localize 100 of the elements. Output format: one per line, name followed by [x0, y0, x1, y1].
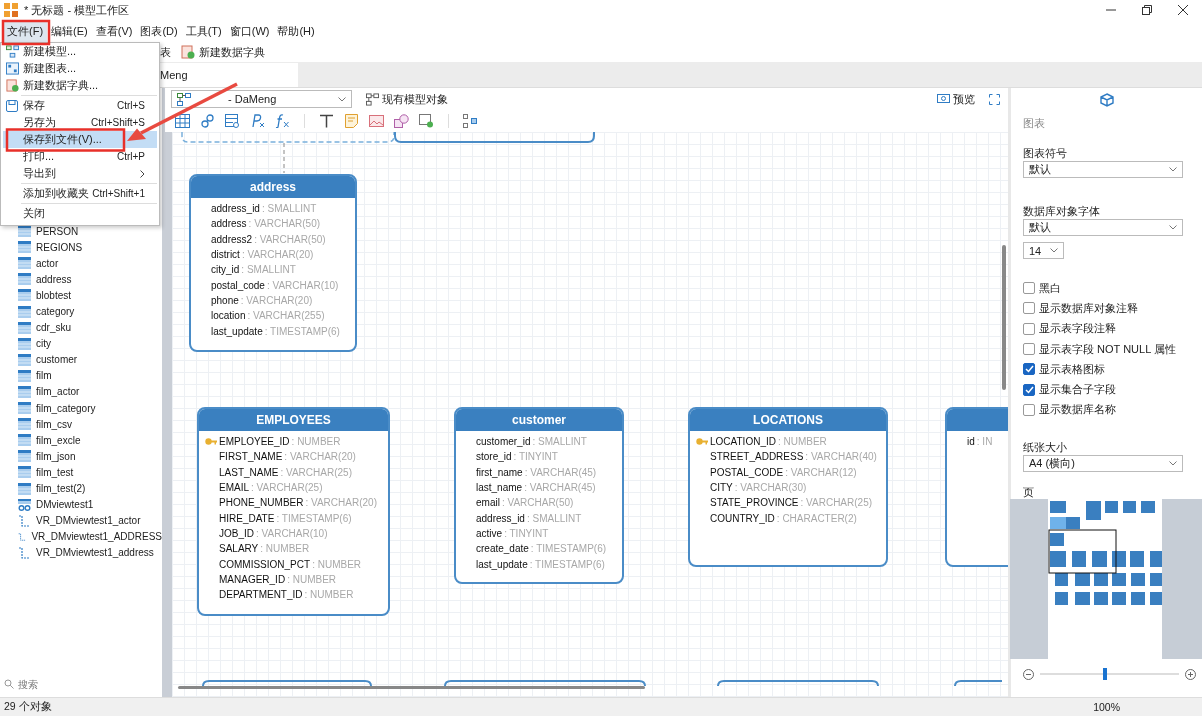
- option-checkbox[interactable]: 显示表字段注释: [1023, 318, 1202, 339]
- image-icon[interactable]: [369, 114, 384, 128]
- option-checkbox[interactable]: 黑白: [1023, 278, 1202, 299]
- tree-item[interactable]: cdr_sku: [18, 319, 162, 336]
- toolbar-item[interactable]: 新建数据字典: [199, 44, 265, 60]
- table-icon: [18, 434, 31, 447]
- option-checkbox[interactable]: 显示表格图标: [1023, 359, 1202, 380]
- column-entry: last_name : VARCHAR(45): [476, 482, 596, 494]
- tree-item[interactable]: film_csv: [18, 416, 162, 433]
- tree-item[interactable]: city: [18, 335, 162, 352]
- menu-item[interactable]: 编辑(E): [47, 20, 92, 42]
- table-icon[interactable]: [175, 114, 190, 128]
- tree-item[interactable]: DMviewtest1: [18, 496, 162, 513]
- toolbar-item[interactable]: 表: [160, 44, 171, 60]
- minimap-drawing[interactable]: [1010, 499, 1202, 660]
- tree-item[interactable]: VR_DMviewtest1_actor: [18, 512, 162, 529]
- document-tab[interactable]: Meng: [158, 63, 298, 87]
- tree-item[interactable]: film_actor: [18, 383, 162, 401]
- menu-item[interactable]: 添加到收藏夹 Ctrl+Shift+1: [3, 185, 157, 202]
- note-icon[interactable]: [344, 114, 359, 128]
- entity-table[interactable]: id : IN: [945, 407, 1008, 567]
- column-entry: first_name : VARCHAR(45): [476, 466, 597, 478]
- dictionary-icon[interactable]: [181, 45, 195, 59]
- cube-icon[interactable]: [1099, 93, 1114, 107]
- save-icon: [6, 99, 18, 112]
- link-icon[interactable]: [200, 114, 215, 128]
- tree-item[interactable]: film_category: [18, 400, 162, 417]
- menu-item[interactable]: 另存为 Ctrl+Shift+S: [3, 114, 157, 131]
- font-size-select[interactable]: 14: [1023, 242, 1064, 259]
- search-field[interactable]: 搜索: [18, 678, 138, 690]
- tree-item[interactable]: REGIONS: [18, 239, 162, 256]
- text-tool-icon[interactable]: [319, 114, 334, 128]
- tree-item[interactable]: blobtest: [18, 287, 162, 304]
- table-edge: [954, 680, 1003, 687]
- chevron-icon: [1169, 225, 1177, 230]
- tree-item[interactable]: VR_DMviewtest1_ADDRESS: [18, 528, 162, 545]
- menu-item[interactable]: 图表(D): [136, 20, 182, 42]
- function-icon[interactable]: [275, 114, 290, 128]
- zoom-out-icon[interactable]: [1023, 668, 1034, 680]
- layer-icon[interactable]: [419, 114, 434, 128]
- menu-item[interactable]: 工具(T): [181, 20, 226, 42]
- menu-item[interactable]: 新建图表...: [3, 60, 157, 77]
- column-entry: DEPARTMENT_ID : NUMBER: [219, 589, 354, 601]
- shape-icon[interactable]: [394, 114, 409, 128]
- tree-item[interactable]: PERSON: [18, 223, 162, 240]
- option-checkbox[interactable]: 显示集合子字段: [1023, 379, 1202, 400]
- option-checkbox[interactable]: 显示数据库对象注释: [1023, 298, 1202, 319]
- tree-item[interactable]: actor: [18, 255, 162, 272]
- menu-item[interactable]: 保存到文件(V)...: [3, 131, 157, 148]
- checkbox[interactable]: [1023, 282, 1035, 295]
- tree-item[interactable]: film_test(2): [18, 480, 162, 497]
- auto-layout-icon[interactable]: [463, 114, 478, 128]
- option-checkbox[interactable]: 显示数据库名称: [1023, 399, 1202, 421]
- tree-item[interactable]: film: [18, 367, 162, 384]
- menu-item[interactable]: 窗口(W): [225, 20, 274, 42]
- tree-item[interactable]: address: [18, 271, 162, 288]
- menu-item[interactable]: 打印... Ctrl+P: [3, 148, 157, 165]
- entity-table[interactable]: [454, 407, 624, 584]
- entity-table[interactable]: [189, 174, 357, 352]
- column-entry: create_date : TIMESTAMP(6): [476, 543, 607, 555]
- menu-item[interactable]: 新建模型...: [3, 43, 157, 60]
- tree-item[interactable]: film_test: [18, 464, 162, 481]
- procedure-icon[interactable]: [250, 114, 265, 128]
- menu-item[interactable]: 查看(V): [91, 20, 137, 42]
- column-entry: SALARY : NUMBER: [219, 543, 310, 555]
- restore-icon[interactable]: [1142, 5, 1152, 15]
- menu-item[interactable]: 导出到: [3, 165, 157, 182]
- fullscreen-icon[interactable]: [989, 93, 1000, 105]
- font-select[interactable]: 默认: [1023, 219, 1183, 236]
- tree-item[interactable]: customer: [18, 351, 162, 368]
- close-icon[interactable]: [1178, 5, 1188, 15]
- connector-icon: [18, 546, 31, 559]
- dictionary-icon: [5, 79, 19, 92]
- tree-item[interactable]: film_json: [18, 448, 162, 465]
- column-entry: phone : VARCHAR(20): [211, 294, 313, 306]
- checkbox[interactable]: [1023, 383, 1035, 396]
- vertical-scrollbar[interactable]: [1002, 245, 1006, 390]
- paper-size-select[interactable]: A4 (横向): [1023, 455, 1183, 473]
- zoom-in-icon[interactable]: [1185, 668, 1196, 680]
- checkbox[interactable]: [1023, 302, 1035, 315]
- notation-select[interactable]: 默认: [1023, 161, 1183, 178]
- preview-button[interactable]: 预览: [937, 91, 975, 107]
- checkbox[interactable]: [1023, 322, 1035, 335]
- entity-table[interactable]: [197, 407, 390, 616]
- menu-item[interactable]: 帮助(H): [273, 20, 319, 42]
- option-checkbox[interactable]: 显示表字段 NOT NULL 属性: [1023, 338, 1202, 360]
- view-icon[interactable]: [225, 114, 240, 128]
- existing-objects-button[interactable]: 现有模型对象: [366, 91, 448, 107]
- tree-item[interactable]: VR_DMviewtest1_address: [18, 544, 162, 561]
- menu-item[interactable]: 保存 Ctrl+S: [3, 97, 157, 114]
- horizontal-scrollbar[interactable]: [178, 686, 645, 689]
- tree-item[interactable]: film_excle: [18, 432, 162, 449]
- entity-table[interactable]: LOCATIONS LOCATION_ID : NUMBER STREET_ADDRESS : VARCHAR(40) POSTAL_CODE : VARCHAR(12) CITY : VARCHAR(30) STATE_PROVINCE : VARCHAR(25) COUNTRY_ID : CHARACTER(2): [688, 407, 888, 567]
- menu-item[interactable]: 关闭: [3, 205, 157, 222]
- menu-item[interactable]: 新建数据字典...: [3, 77, 157, 94]
- checkbox[interactable]: [1023, 403, 1035, 416]
- tree-item[interactable]: category: [18, 303, 162, 320]
- checkbox[interactable]: [1023, 363, 1035, 376]
- model-select[interactable]: - DaMeng: [171, 90, 352, 108]
- checkbox[interactable]: [1023, 343, 1035, 356]
